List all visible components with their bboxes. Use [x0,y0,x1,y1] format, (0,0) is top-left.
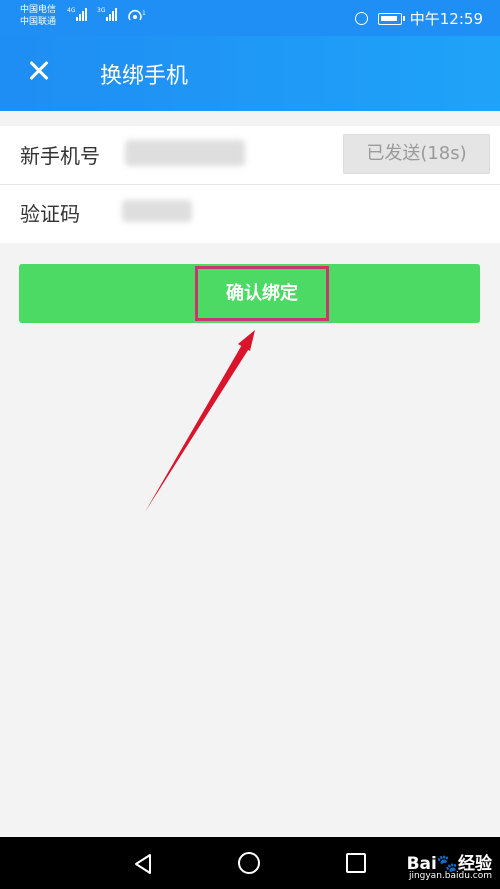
system-nav-bar: Bai🐾经验 jingyan.baidu.com [0,837,500,889]
back-icon[interactable] [133,853,153,875]
annotation-arrow-icon [145,330,255,512]
recents-icon[interactable] [346,853,366,873]
watermark: Bai🐾经验 jingyan.baidu.com [407,849,492,881]
watermark-url: jingyan.baidu.com [408,871,492,881]
home-icon[interactable] [238,852,260,874]
